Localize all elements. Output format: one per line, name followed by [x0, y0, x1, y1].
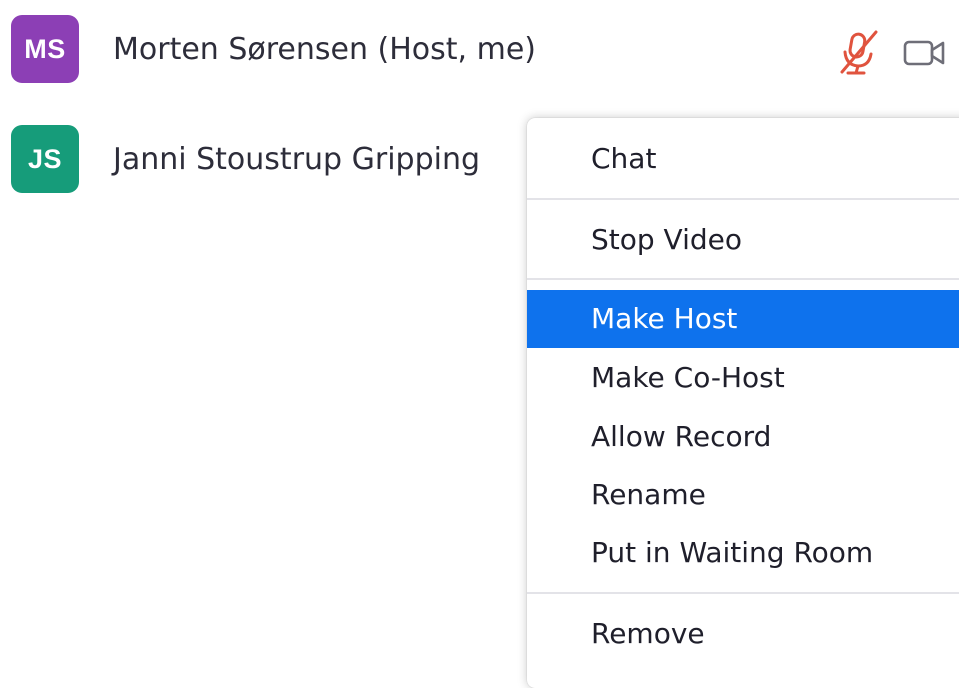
mic-muted-icon[interactable] [836, 28, 882, 82]
menu-divider [527, 278, 959, 280]
menu-item-chat[interactable]: Chat [527, 130, 959, 188]
menu-item-allow-record[interactable]: Allow Record [527, 408, 959, 466]
menu-item-make-host[interactable]: Make Host [527, 290, 959, 348]
menu-divider [527, 592, 959, 594]
avatar: MS [11, 15, 79, 83]
menu-item-rename[interactable]: Rename [527, 466, 959, 524]
video-camera-icon[interactable] [903, 37, 947, 73]
participant-row[interactable]: MS Morten Sørensen (Host, me) [0, 13, 959, 93]
participant-context-menu: Chat Stop Video Make Host Make Co-Host A… [527, 118, 959, 688]
avatar: JS [11, 125, 79, 193]
menu-item-stop-video[interactable]: Stop Video [527, 211, 959, 269]
participant-name: Janni Stoustrup Gripping [113, 142, 481, 177]
menu-divider [527, 198, 959, 200]
menu-item-make-co-host[interactable]: Make Co-Host [527, 349, 959, 407]
menu-item-remove[interactable]: Remove [527, 605, 959, 663]
participant-name: Morten Sørensen (Host, me) [113, 32, 536, 67]
menu-item-put-in-waiting-room[interactable]: Put in Waiting Room [527, 524, 959, 582]
